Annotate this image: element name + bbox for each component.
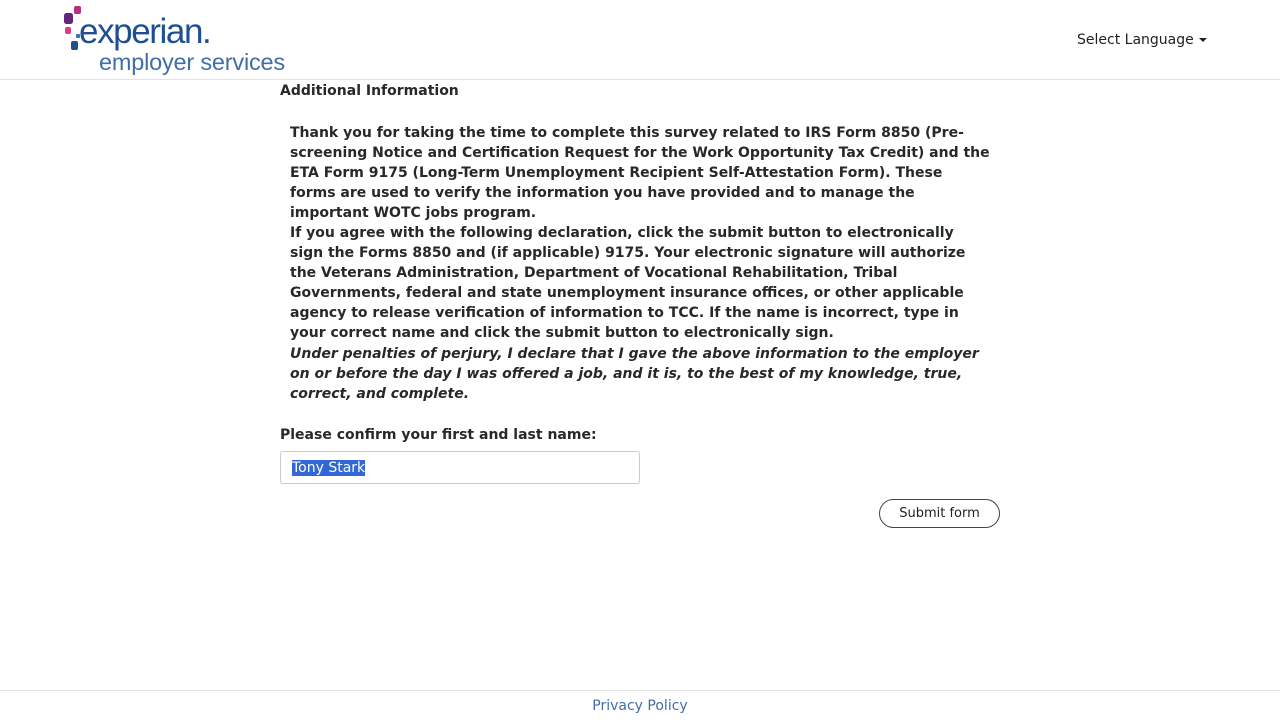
page-footer: Privacy Policy — [0, 690, 1280, 721]
logo-subtitle: employer services — [99, 49, 285, 75]
experian-logo[interactable]: experian. employer services — [62, 4, 302, 76]
language-selector[interactable]: Select Language — [1077, 30, 1207, 50]
page-header: experian. employer services Select Langu… — [0, 0, 1280, 80]
intro-paragraph: Thank you for taking the time to complet… — [290, 125, 990, 221]
submit-form-button[interactable]: Submit form — [879, 499, 1000, 528]
section-title: Additional Information — [280, 83, 459, 99]
language-selector-label: Select Language — [1077, 32, 1194, 48]
full-name-input[interactable] — [280, 451, 640, 484]
confirm-name-label: Please confirm your first and last name: — [280, 427, 597, 443]
logo-wordmark: experian. — [79, 12, 212, 51]
privacy-policy-link[interactable]: Privacy Policy — [592, 696, 687, 716]
caret-down-icon — [1198, 38, 1207, 42]
perjury-declaration: Under penalties of perjury, I declare th… — [290, 346, 979, 402]
signature-paragraph: If you agree with the following declarat… — [290, 225, 966, 341]
